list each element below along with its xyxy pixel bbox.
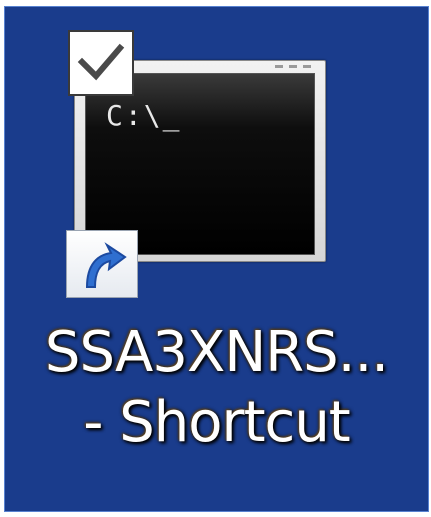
console-prompt: C:\_ — [106, 99, 182, 132]
shortcut-arrow-icon — [66, 230, 138, 298]
icon-label-line2: - Shortcut — [83, 390, 351, 455]
icon-label[interactable]: SSA3XNRS... - Shortcut — [4, 318, 429, 458]
icon-label-line1: SSA3XNRS... — [44, 320, 389, 385]
console-screen: C:\_ — [85, 73, 315, 255]
selection-checkbox-icon[interactable] — [68, 30, 134, 96]
window-controls-icon — [275, 65, 311, 68]
desktop: C:\_ SSA3XNRS... - Shortcut — [0, 0, 431, 517]
